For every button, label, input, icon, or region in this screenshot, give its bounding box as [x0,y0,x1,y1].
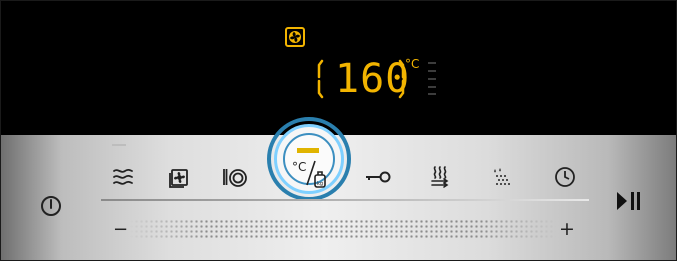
slider-minus-button[interactable]: − [113,221,128,239]
svg-text:kg: kg [317,181,323,187]
top-bottom-heat-icon[interactable] [111,165,135,189]
selected-indicator-bar [297,148,319,153]
touch-slider[interactable] [129,219,557,239]
slider-track [101,199,589,201]
temperature-unit: °C [405,57,420,71]
display-bracket-left [315,59,325,99]
timer-icon[interactable] [553,165,577,189]
steam-cleaning-icon[interactable] [491,165,515,189]
program-hint-bar [112,144,126,146]
svg-text:°C: °C [292,160,306,174]
fan-icon [285,27,305,47]
display-screen: 160 °C [1,1,676,135]
hot-air-icon[interactable] [167,165,191,189]
play-pause-icon[interactable] [615,189,645,213]
plate-warming-icon[interactable] [221,165,247,189]
oven-control-panel: 160 °C °C kg − + [0,0,677,261]
temperature-weight-icon[interactable]: °C kg [291,157,329,191]
slider-plus-button[interactable]: + [559,220,575,239]
rapid-heat-icon[interactable] [429,165,453,189]
key-lock-icon[interactable] [364,165,394,189]
power-icon[interactable] [39,193,63,217]
heat-level-indicator [427,61,437,95]
